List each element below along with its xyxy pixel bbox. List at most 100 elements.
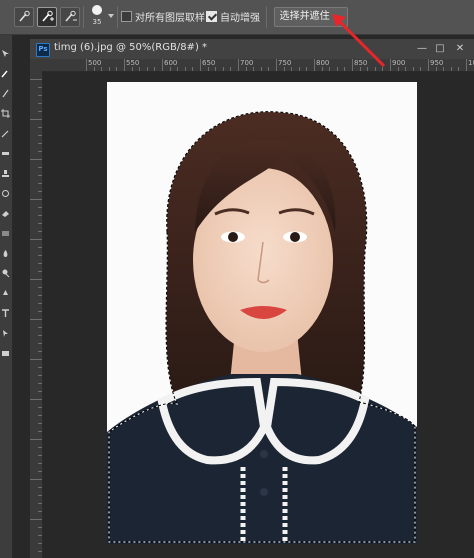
ruler-tick	[38, 431, 42, 432]
ruler-origin[interactable]	[30, 59, 42, 71]
ruler-minor-tick	[397, 67, 399, 71]
ruler-tick	[38, 207, 42, 208]
healing-brush-tool-icon[interactable]	[1, 149, 10, 158]
ruler-tick	[38, 447, 42, 448]
ruler-tick	[38, 223, 42, 224]
separator	[83, 6, 84, 28]
ruler-tick	[38, 543, 42, 544]
maximize-icon[interactable]: □	[432, 41, 448, 57]
ruler-tick	[38, 383, 42, 384]
ruler-minor-tick	[154, 67, 156, 71]
ruler-tick	[38, 463, 42, 464]
ruler-tick	[86, 59, 87, 71]
ruler-tick	[38, 535, 42, 536]
move-tool-icon[interactable]	[1, 49, 10, 58]
brush-tool-icon[interactable]	[1, 89, 10, 98]
eyedropper-tool-icon[interactable]	[1, 129, 10, 138]
ruler-tick	[30, 319, 42, 320]
ruler-minor-tick	[177, 67, 179, 71]
ruler-tick	[30, 519, 42, 520]
ruler-tick	[124, 59, 125, 71]
ruler-tick	[38, 367, 42, 368]
ruler-tick	[38, 423, 42, 424]
select-and-mask-button[interactable]: 选择并遮住 ...	[274, 7, 348, 27]
ruler-label: 600	[164, 59, 178, 67]
ruler-label: 550	[126, 59, 140, 67]
document-tab-title[interactable]: timg (6).jpg @ 50%(RGB/8#) *	[54, 42, 207, 53]
quick-selection-new-icon[interactable]	[14, 7, 34, 27]
ruler-tick	[38, 271, 42, 272]
ruler-tick	[38, 103, 42, 104]
dodge-tool-icon[interactable]	[1, 269, 10, 278]
tools-panel	[0, 35, 13, 558]
ruler-label: 900	[392, 59, 406, 67]
ruler-tick	[38, 343, 42, 344]
rectangle-tool-icon[interactable]	[1, 349, 10, 358]
ruler-tick	[38, 151, 42, 152]
ruler-minor-tick	[306, 67, 308, 71]
ruler-tick	[38, 487, 42, 488]
eraser-tool-icon[interactable]	[1, 209, 10, 218]
auto-enhance-label: 自动增强	[220, 13, 260, 24]
ruler-tick	[38, 335, 42, 336]
ruler-tick	[38, 375, 42, 376]
ruler-tick	[38, 215, 42, 216]
path-selection-tool-icon[interactable]	[1, 329, 10, 338]
ruler-minor-tick	[108, 67, 110, 71]
brush-size-picker[interactable]: 35	[86, 3, 108, 31]
ruler-minor-tick	[230, 67, 232, 71]
gradient-tool-icon[interactable]	[1, 229, 10, 238]
ruler-tick	[30, 479, 42, 480]
clone-stamp-tool-icon[interactable]	[1, 169, 10, 178]
right-pupil-shape	[290, 232, 300, 242]
minimize-icon[interactable]: —	[414, 41, 430, 57]
ruler-tick	[38, 511, 42, 512]
ruler-tick	[38, 95, 42, 96]
ruler-minor-tick	[291, 67, 293, 71]
quick-selection-tool-icon[interactable]	[1, 69, 10, 78]
quick-selection-add-icon[interactable]	[37, 7, 57, 27]
ruler-tick	[38, 127, 42, 128]
horizontal-ruler[interactable]: 5005506006507007508008509009501000105011…	[42, 59, 474, 72]
button-shape	[260, 450, 268, 458]
ruler-tick	[38, 191, 42, 192]
ruler-minor-tick	[412, 67, 414, 71]
ruler-minor-tick	[443, 67, 445, 71]
vertical-ruler[interactable]	[30, 71, 43, 558]
ruler-minor-tick	[405, 67, 407, 71]
ruler-tick	[276, 59, 277, 71]
close-icon[interactable]: ✕	[452, 41, 468, 57]
type-tool-icon[interactable]	[1, 309, 10, 318]
pen-tool-icon[interactable]	[1, 289, 10, 298]
history-brush-tool-icon[interactable]	[1, 189, 10, 198]
ruler-tick	[30, 239, 42, 240]
chevron-down-icon[interactable]	[108, 14, 114, 18]
ruler-tick	[38, 527, 42, 528]
ruler-tick	[352, 59, 353, 71]
ruler-minor-tick	[268, 67, 270, 71]
ruler-minor-tick	[93, 67, 95, 71]
auto-enhance-checkbox[interactable]	[206, 11, 217, 22]
ruler-minor-tick	[336, 67, 338, 71]
ruler-tick	[38, 551, 42, 552]
blur-tool-icon[interactable]	[1, 249, 10, 258]
ruler-minor-tick	[169, 67, 171, 71]
ruler-tick	[30, 119, 42, 120]
photoshop-icon: Ps	[36, 43, 50, 57]
ruler-minor-tick	[245, 67, 247, 71]
quick-selection-subtract-icon[interactable]	[60, 7, 80, 27]
ruler-minor-tick	[450, 67, 452, 71]
ruler-tick	[38, 287, 42, 288]
ruler-tick	[38, 143, 42, 144]
document-tab-bar: Ps timg (6).jpg @ 50%(RGB/8#) * — □ ✕	[30, 39, 474, 60]
crop-tool-icon[interactable]	[1, 109, 10, 118]
ruler-tick	[38, 495, 42, 496]
sample-all-layers-checkbox[interactable]	[121, 11, 132, 22]
ruler-tick	[30, 159, 42, 160]
ruler-minor-tick	[184, 67, 186, 71]
ruler-tick	[38, 295, 42, 296]
ruler-minor-tick	[420, 67, 422, 71]
ruler-minor-tick	[146, 67, 148, 71]
left-pupil-shape	[228, 232, 238, 242]
image-canvas[interactable]	[107, 82, 417, 544]
